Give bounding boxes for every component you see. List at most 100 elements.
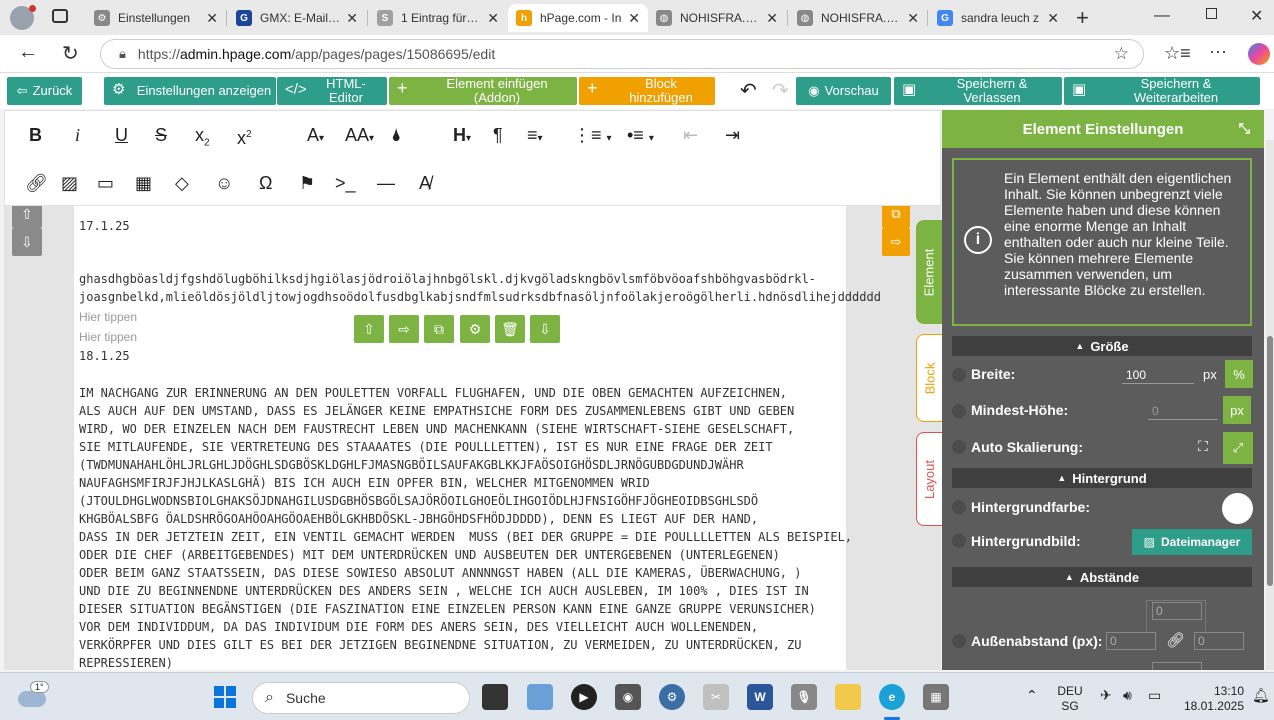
min-height-input[interactable] [1148, 402, 1218, 420]
color-drop-icon[interactable]: 🌢︎ [391, 125, 402, 145]
block-export-icon[interactable]: ⇨ [882, 228, 910, 256]
outdent-icon[interactable]: ⇤ [683, 125, 698, 145]
window-close-button[interactable]: ✕ [1250, 6, 1263, 26]
element-settings-gear-icon[interactable]: ⚙ [460, 315, 490, 343]
width-input[interactable] [1122, 366, 1194, 384]
back-button[interactable]: ⇦ Zurück [7, 77, 82, 105]
help-icon[interactable] [952, 440, 966, 454]
help-icon[interactable] [952, 368, 966, 382]
reload-icon[interactable]: ↻ [62, 41, 79, 66]
side-tab-layout[interactable]: Layout [916, 432, 942, 526]
expand-icon[interactable]: ⤢ [1223, 432, 1253, 464]
word-icon[interactable]: W [747, 684, 773, 710]
tab-nohisfra-1[interactable]: ◍ NOHISFRA.HP/ ✕ [648, 4, 786, 32]
image-icon[interactable]: ▨ [61, 173, 78, 193]
indent-icon[interactable]: ⇥ [725, 125, 740, 145]
paragraph-icon[interactable]: ¶ [493, 125, 503, 145]
font-size-icon[interactable]: AA▾ [345, 125, 374, 149]
notification-bell-icon[interactable]: 🔔︎ [1252, 687, 1270, 704]
side-tab-element[interactable]: Element [916, 220, 942, 324]
px-toggle[interactable]: px [1223, 396, 1251, 424]
type-here-hint[interactable]: Hier tippen [79, 330, 137, 344]
move-up-arrow-icon[interactable]: ⇧ [12, 206, 42, 228]
page-content[interactable]: 17.1.25 ghasdhgböasldjfgshdölugböhilksdj… [74, 206, 881, 670]
scrollbar-thumb[interactable] [1267, 336, 1273, 586]
tab-nohisfra-2[interactable]: ◍ NOHISFRA.HP/ ✕ [789, 4, 927, 32]
restore-button[interactable] [1206, 8, 1217, 19]
volume-icon[interactable]: 🔊︎ [1123, 687, 1132, 704]
type-here-hint[interactable]: Hier tippen [79, 310, 137, 324]
font-family-icon[interactable]: A▾ [307, 125, 324, 149]
file-manager-button[interactable]: ▨ Dateimanager [1132, 529, 1252, 555]
tray-chevron-icon[interactable]: ⌃ [1026, 687, 1038, 704]
block-copy-icon[interactable]: ⧉ [882, 206, 910, 228]
bold-icon[interactable]: B [29, 125, 42, 145]
italic-icon[interactable]: i [75, 125, 80, 145]
edge-browser-icon[interactable]: e [879, 684, 905, 710]
emoji-icon[interactable]: ☺ [215, 173, 233, 193]
help-icon[interactable] [952, 534, 966, 548]
input-language[interactable]: DEU SG [1054, 684, 1086, 714]
element-copy-icon[interactable]: ⧉ [424, 315, 454, 343]
bullet-list-icon[interactable]: •≡ ▾ [627, 125, 654, 149]
superscript-icon[interactable]: x2 [237, 125, 252, 148]
close-icon[interactable]: ✕ [346, 10, 358, 27]
close-icon[interactable]: ✕ [1047, 10, 1059, 27]
clock[interactable]: 13:10 18.01.2025 [1176, 684, 1244, 714]
text-line[interactable]: joasgnbelkd,mlieöldösjöldljtowjogdhsoödo… [79, 290, 881, 304]
align-icon[interactable]: ≡▾ [527, 125, 543, 149]
percent-toggle[interactable]: % [1225, 360, 1253, 388]
favorites-icon[interactable]: ☆≡ [1164, 43, 1191, 64]
clear-format-icon[interactable]: A̸ [419, 173, 431, 193]
panel-scrollbar[interactable] [1266, 140, 1274, 670]
html-editor-button[interactable]: </> HTML-Editor [277, 77, 387, 105]
text-line[interactable]: ghasdhgböasldjfgshdölugböhilksdjhgiölasj… [79, 272, 816, 286]
close-icon[interactable]: ✕ [206, 10, 218, 27]
side-tab-block[interactable]: Block [916, 334, 942, 422]
tab-actions-icon[interactable] [52, 9, 68, 23]
microphone-icon[interactable]: 🎙︎ [791, 684, 817, 710]
tab-hpage-active[interactable]: h hPage.com - In ✕ [508, 4, 648, 32]
date-text[interactable]: 17.1.25 [79, 219, 130, 233]
close-icon[interactable]: ✕ [628, 10, 640, 27]
element-move-icon[interactable]: ⇨ [389, 315, 419, 343]
element-delete-trash-icon[interactable]: 🗑︎ [495, 315, 525, 343]
element-move-up-icon[interactable]: ⇧ [354, 315, 384, 343]
url-field[interactable]: 🔒︎ https://admin.hpage.com/app/pages/pag… [100, 39, 1144, 69]
ordered-list-icon[interactable]: ⋮≡ ▾ [573, 125, 612, 149]
margin-right-input[interactable] [1194, 632, 1244, 650]
favorite-star-icon[interactable]: ☆ [1114, 44, 1129, 64]
taskbar-search[interactable]: ⌕ Suche [252, 682, 470, 714]
tab-entry[interactable]: S 1 Eintrag für 05 ✕ [369, 4, 507, 32]
weather-cloud-icon[interactable] [18, 691, 46, 707]
add-block-button[interactable]: + Block hinzufügen [579, 77, 715, 105]
section-background[interactable]: ▲ Hintergrund [952, 468, 1252, 488]
table-icon[interactable]: ▦ [135, 173, 152, 193]
settings-gear-icon[interactable]: ⚙ [659, 684, 685, 710]
horizontal-line-icon[interactable]: — [377, 173, 395, 193]
code-terminal-icon[interactable]: >_ [335, 173, 356, 193]
widgets-icon[interactable] [527, 684, 553, 710]
help-icon[interactable] [952, 500, 966, 514]
help-icon[interactable] [952, 634, 966, 648]
file-explorer-icon[interactable] [835, 684, 861, 710]
show-settings-button[interactable]: ⚙ Einstellungen anzeigen [104, 77, 276, 105]
video-icon[interactable]: ▭ [97, 173, 114, 193]
anchor-flag-icon[interactable]: ⚑ [299, 173, 315, 193]
section-size[interactable]: ▲ Größe [952, 336, 1252, 356]
special-char-icon[interactable]: Ω [259, 173, 272, 193]
margin-top-input[interactable] [1152, 602, 1202, 620]
tab-settings[interactable]: ⚙ Einstellungen ✕ [86, 4, 226, 32]
back-arrow-icon[interactable]: ← [18, 41, 38, 64]
battery-icon[interactable]: ▭ [1148, 687, 1161, 704]
camera-icon[interactable]: ◉ [615, 684, 641, 710]
move-down-arrow-icon[interactable]: ⇩ [12, 228, 42, 256]
save-and-continue-button[interactable]: ▣ Speichern & Weiterarbeiten [1064, 77, 1260, 105]
link-icon[interactable]: 🔗︎ [25, 173, 48, 193]
windows-start-icon[interactable] [214, 686, 236, 708]
tab-gmx[interactable]: G GMX: E-Mail, F ✕ [228, 4, 366, 32]
save-and-leave-button[interactable]: ▣ Speichern & Verlassen [894, 77, 1062, 105]
underline-icon[interactable]: U [115, 125, 128, 145]
date-text[interactable]: 18.1.25 [79, 349, 130, 363]
new-tab-button[interactable]: + [1076, 5, 1089, 31]
